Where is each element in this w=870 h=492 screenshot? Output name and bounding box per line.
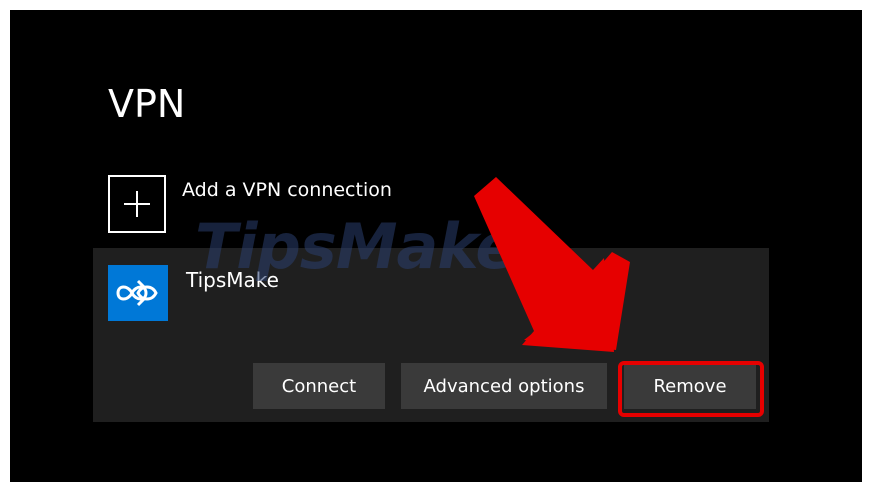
- vpn-connection-item[interactable]: TipsMake Connect Advanced options Remove: [93, 248, 769, 422]
- connect-button[interactable]: Connect: [253, 363, 385, 409]
- plus-icon: [108, 175, 166, 233]
- add-vpn-connection-label: Add a VPN connection: [182, 179, 392, 201]
- page-title: VPN: [108, 82, 186, 126]
- remove-button[interactable]: Remove: [624, 363, 756, 409]
- vpn-connection-name: TipsMake: [186, 268, 279, 292]
- advanced-options-button[interactable]: Advanced options: [401, 363, 607, 409]
- vpn-settings-panel: VPN Add a VPN connection TipsMake Connec…: [10, 10, 862, 482]
- add-vpn-connection-button[interactable]: Add a VPN connection: [108, 175, 408, 235]
- vpn-connection-icon: [108, 265, 168, 321]
